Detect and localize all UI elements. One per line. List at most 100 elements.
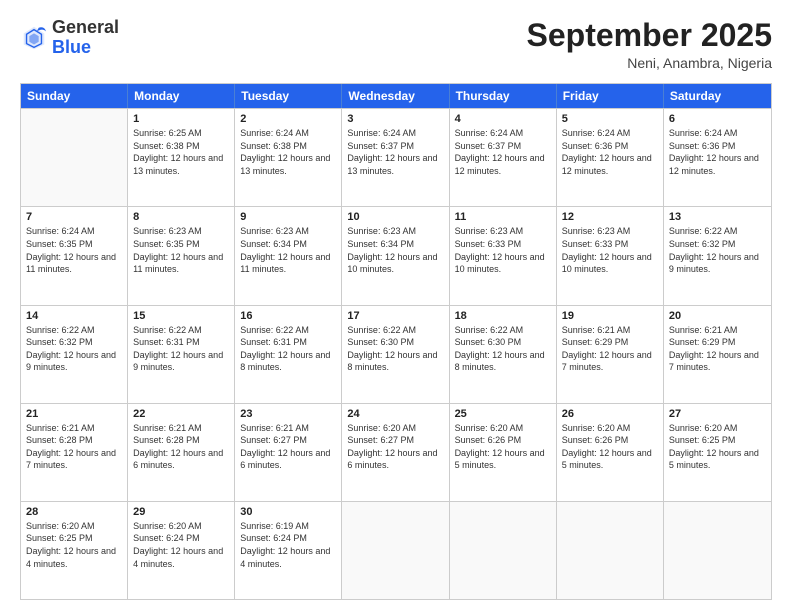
day-info: Sunrise: 6:20 AM Sunset: 6:25 PM Dayligh… xyxy=(669,422,766,472)
day-cell-14: 14 Sunrise: 6:22 AM Sunset: 6:32 PM Dayli… xyxy=(21,306,128,403)
day-info: Sunrise: 6:23 AM Sunset: 6:33 PM Dayligh… xyxy=(562,225,658,275)
day-cell-22: 22 Sunrise: 6:21 AM Sunset: 6:28 PM Dayli… xyxy=(128,404,235,501)
day-number: 15 xyxy=(133,310,229,322)
day-info: Sunrise: 6:23 AM Sunset: 6:34 PM Dayligh… xyxy=(240,225,336,275)
day-number: 7 xyxy=(26,211,122,223)
day-cell-27: 27 Sunrise: 6:20 AM Sunset: 6:25 PM Dayli… xyxy=(664,404,771,501)
logo: General Blue xyxy=(20,18,119,58)
day-cell-4: 4 Sunrise: 6:24 AM Sunset: 6:37 PM Daylig… xyxy=(450,109,557,206)
day-number: 5 xyxy=(562,113,658,125)
week-3: 14 Sunrise: 6:22 AM Sunset: 6:32 PM Dayli… xyxy=(21,305,771,403)
location: Neni, Anambra, Nigeria xyxy=(527,55,772,71)
empty-cell xyxy=(557,502,664,599)
empty-cell xyxy=(342,502,449,599)
day-info: Sunrise: 6:23 AM Sunset: 6:33 PM Dayligh… xyxy=(455,225,551,275)
page: General Blue September 2025 Neni, Anambr… xyxy=(0,0,792,612)
day-info: Sunrise: 6:20 AM Sunset: 6:27 PM Dayligh… xyxy=(347,422,443,472)
day-header-tuesday: Tuesday xyxy=(235,84,342,108)
day-info: Sunrise: 6:20 AM Sunset: 6:24 PM Dayligh… xyxy=(133,520,229,570)
week-5: 28Sunrise: 6:20 AM Sunset: 6:25 PM Dayli… xyxy=(21,501,771,599)
day-header-thursday: Thursday xyxy=(450,84,557,108)
day-info: Sunrise: 6:24 AM Sunset: 6:35 PM Dayligh… xyxy=(26,225,122,275)
day-info: Sunrise: 6:23 AM Sunset: 6:35 PM Dayligh… xyxy=(133,225,229,275)
day-cell-26: 26Sunrise: 6:20 AM Sunset: 6:26 PM Dayli… xyxy=(557,404,664,501)
day-info: Sunrise: 6:21 AM Sunset: 6:28 PM Dayligh… xyxy=(133,422,229,472)
day-cell-24: 24 Sunrise: 6:20 AM Sunset: 6:27 PM Dayli… xyxy=(342,404,449,501)
day-number: 9 xyxy=(240,211,336,223)
day-number: 17 xyxy=(347,310,443,322)
day-header-monday: Monday xyxy=(128,84,235,108)
day-cell-21: 21 Sunrise: 6:21 AM Sunset: 6:28 PM Dayli… xyxy=(21,404,128,501)
week-1: 1 Sunrise: 6:25 AM Sunset: 6:38 PM Daylig… xyxy=(21,108,771,206)
day-number: 8 xyxy=(133,211,229,223)
day-cell-8: 8 Sunrise: 6:23 AM Sunset: 6:35 PM Daylig… xyxy=(128,207,235,304)
day-number: 19 xyxy=(562,310,658,322)
day-number: 4 xyxy=(455,113,551,125)
day-number: 13 xyxy=(669,211,766,223)
day-header-sunday: Sunday xyxy=(21,84,128,108)
day-header-friday: Friday xyxy=(557,84,664,108)
day-info: Sunrise: 6:22 AM Sunset: 6:32 PM Dayligh… xyxy=(26,324,122,374)
day-info: Sunrise: 6:24 AM Sunset: 6:36 PM Dayligh… xyxy=(669,127,766,177)
day-cell-2: 2Sunrise: 6:24 AM Sunset: 6:38 PM Daylig… xyxy=(235,109,342,206)
day-number: 30 xyxy=(240,506,336,518)
day-info: Sunrise: 6:22 AM Sunset: 6:30 PM Dayligh… xyxy=(455,324,551,374)
day-cell-28: 28Sunrise: 6:20 AM Sunset: 6:25 PM Dayli… xyxy=(21,502,128,599)
empty-cell xyxy=(21,109,128,206)
day-cell-20: 20Sunrise: 6:21 AM Sunset: 6:29 PM Dayli… xyxy=(664,306,771,403)
logo-icon xyxy=(20,24,48,52)
calendar-header: SundayMondayTuesdayWednesdayThursdayFrid… xyxy=(21,84,771,108)
day-number: 6 xyxy=(669,113,766,125)
day-info: Sunrise: 6:21 AM Sunset: 6:28 PM Dayligh… xyxy=(26,422,122,472)
day-cell-13: 13 Sunrise: 6:22 AM Sunset: 6:32 PM Dayli… xyxy=(664,207,771,304)
title-block: September 2025 Neni, Anambra, Nigeria xyxy=(527,18,772,71)
day-number: 26 xyxy=(562,408,658,420)
day-info: Sunrise: 6:24 AM Sunset: 6:36 PM Dayligh… xyxy=(562,127,658,177)
day-number: 22 xyxy=(133,408,229,420)
day-number: 10 xyxy=(347,211,443,223)
day-cell-19: 19Sunrise: 6:21 AM Sunset: 6:29 PM Dayli… xyxy=(557,306,664,403)
day-cell-25: 25 Sunrise: 6:20 AM Sunset: 6:26 PM Dayli… xyxy=(450,404,557,501)
day-info: Sunrise: 6:22 AM Sunset: 6:31 PM Dayligh… xyxy=(133,324,229,374)
day-cell-1: 1 Sunrise: 6:25 AM Sunset: 6:38 PM Daylig… xyxy=(128,109,235,206)
day-info: Sunrise: 6:22 AM Sunset: 6:31 PM Dayligh… xyxy=(240,324,336,374)
day-number: 21 xyxy=(26,408,122,420)
day-number: 1 xyxy=(133,113,229,125)
week-4: 21 Sunrise: 6:21 AM Sunset: 6:28 PM Dayli… xyxy=(21,403,771,501)
day-cell-17: 17 Sunrise: 6:22 AM Sunset: 6:30 PM Dayli… xyxy=(342,306,449,403)
day-info: Sunrise: 6:24 AM Sunset: 6:37 PM Dayligh… xyxy=(455,127,551,177)
day-number: 27 xyxy=(669,408,766,420)
day-info: Sunrise: 6:24 AM Sunset: 6:38 PM Dayligh… xyxy=(240,127,336,177)
day-number: 23 xyxy=(240,408,336,420)
day-info: Sunrise: 6:19 AM Sunset: 6:24 PM Dayligh… xyxy=(240,520,336,570)
week-2: 7 Sunrise: 6:24 AM Sunset: 6:35 PM Daylig… xyxy=(21,206,771,304)
day-cell-7: 7 Sunrise: 6:24 AM Sunset: 6:35 PM Daylig… xyxy=(21,207,128,304)
day-info: Sunrise: 6:21 AM Sunset: 6:27 PM Dayligh… xyxy=(240,422,336,472)
day-cell-11: 11 Sunrise: 6:23 AM Sunset: 6:33 PM Dayli… xyxy=(450,207,557,304)
empty-cell xyxy=(664,502,771,599)
day-number: 16 xyxy=(240,310,336,322)
day-info: Sunrise: 6:22 AM Sunset: 6:30 PM Dayligh… xyxy=(347,324,443,374)
day-cell-9: 9 Sunrise: 6:23 AM Sunset: 6:34 PM Daylig… xyxy=(235,207,342,304)
day-number: 25 xyxy=(455,408,551,420)
logo-general-text: General xyxy=(52,17,119,37)
day-cell-23: 23 Sunrise: 6:21 AM Sunset: 6:27 PM Dayli… xyxy=(235,404,342,501)
day-cell-30: 30 Sunrise: 6:19 AM Sunset: 6:24 PM Dayli… xyxy=(235,502,342,599)
day-cell-15: 15 Sunrise: 6:22 AM Sunset: 6:31 PM Dayli… xyxy=(128,306,235,403)
day-cell-5: 5 Sunrise: 6:24 AM Sunset: 6:36 PM Daylig… xyxy=(557,109,664,206)
day-info: Sunrise: 6:24 AM Sunset: 6:37 PM Dayligh… xyxy=(347,127,443,177)
month-title: September 2025 xyxy=(527,18,772,53)
day-info: Sunrise: 6:22 AM Sunset: 6:32 PM Dayligh… xyxy=(669,225,766,275)
day-number: 24 xyxy=(347,408,443,420)
day-number: 18 xyxy=(455,310,551,322)
day-number: 11 xyxy=(455,211,551,223)
day-number: 28 xyxy=(26,506,122,518)
day-cell-12: 12Sunrise: 6:23 AM Sunset: 6:33 PM Dayli… xyxy=(557,207,664,304)
day-info: Sunrise: 6:20 AM Sunset: 6:26 PM Dayligh… xyxy=(455,422,551,472)
day-number: 14 xyxy=(26,310,122,322)
calendar: SundayMondayTuesdayWednesdayThursdayFrid… xyxy=(20,83,772,600)
logo-text: General Blue xyxy=(52,18,119,58)
logo-blue-text: Blue xyxy=(52,37,91,57)
day-info: Sunrise: 6:25 AM Sunset: 6:38 PM Dayligh… xyxy=(133,127,229,177)
header: General Blue September 2025 Neni, Anambr… xyxy=(20,18,772,71)
